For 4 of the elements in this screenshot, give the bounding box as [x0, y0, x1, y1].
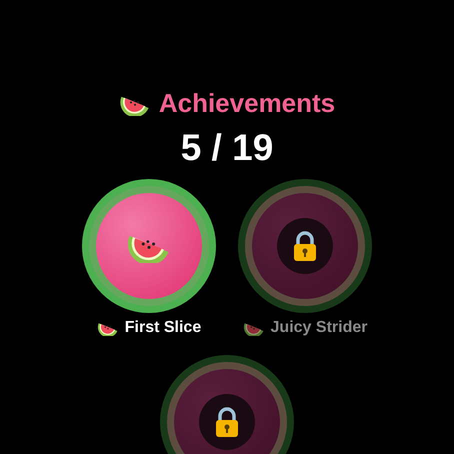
achievement-name: Juicy Strider — [270, 319, 368, 337]
progress-count: 5 / 19 — [180, 127, 274, 169]
screen-title: Achievements — [158, 88, 336, 119]
achievement-name: First Slice — [124, 319, 202, 337]
